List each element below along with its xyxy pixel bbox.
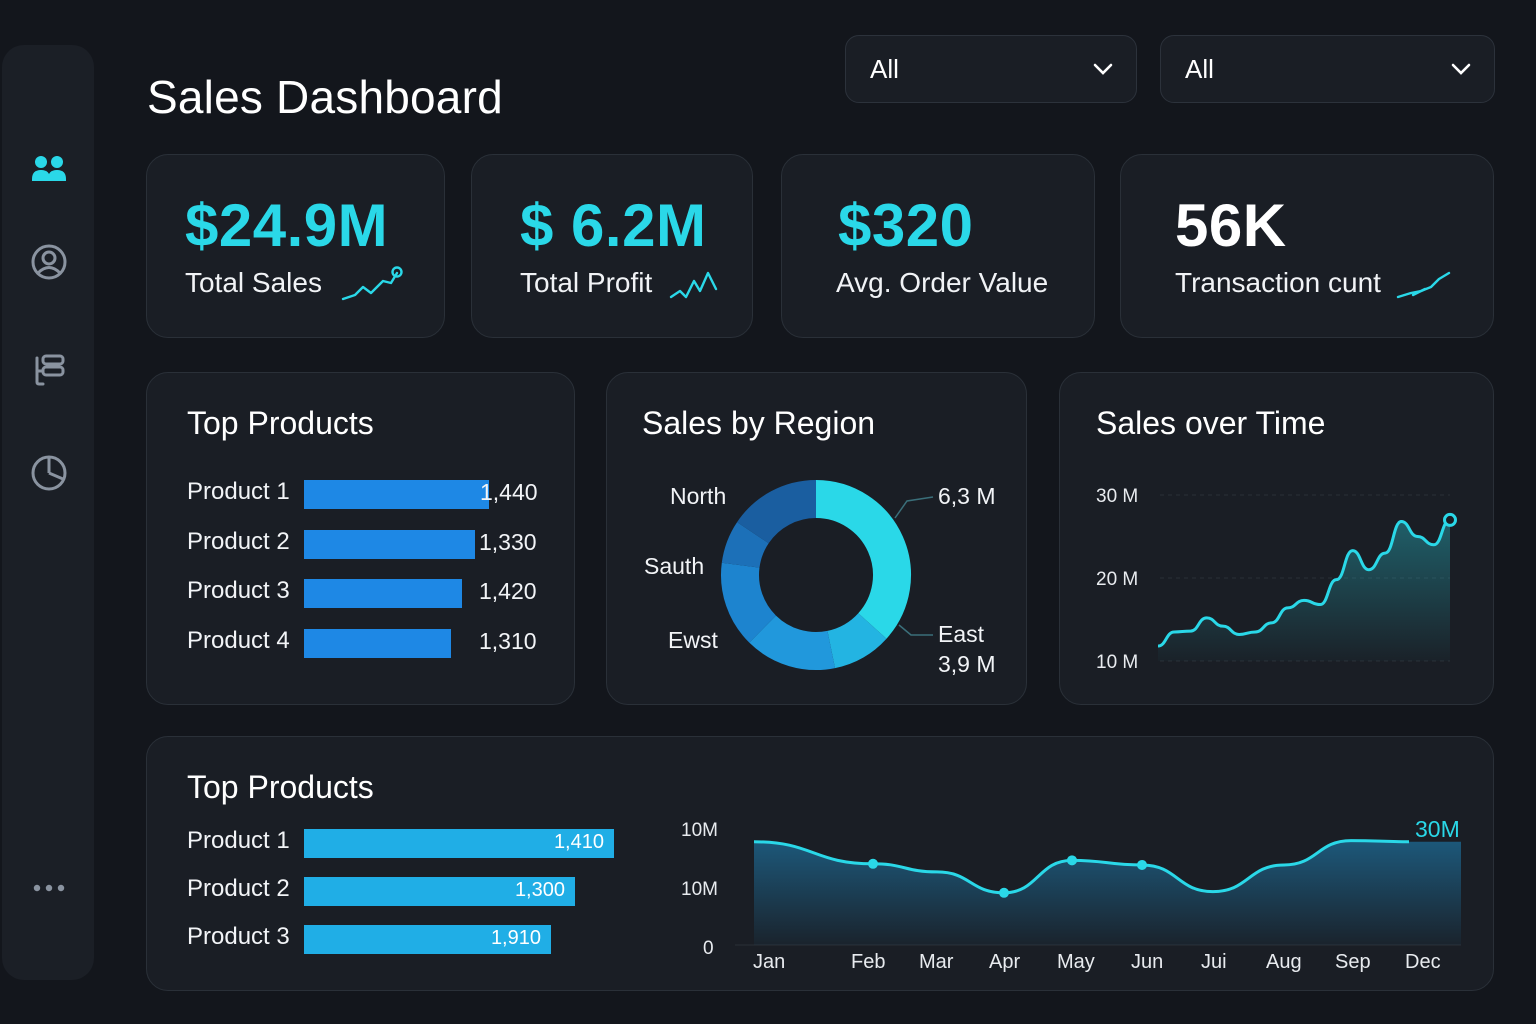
bar-value: 1,420 <box>479 578 537 604</box>
top-products-card: Top Products Product 1 1,440 Product 2 1,33… <box>146 372 575 705</box>
data-point <box>999 887 1009 898</box>
donut-slice <box>826 612 887 669</box>
area-fill <box>1158 519 1450 661</box>
chevron-down-icon <box>1093 63 1113 75</box>
x-tick-label: Jun <box>1131 951 1163 973</box>
kpi-card-transactions[interactable]: 56K Transaction cunt <box>1120 154 1494 338</box>
y-tick-label: 30 M <box>1096 486 1138 507</box>
leader-line <box>894 496 934 519</box>
bar-label: Product 4 <box>187 627 290 654</box>
y-tick-label: 10 M <box>1096 652 1138 673</box>
region-label-north: North <box>670 483 727 509</box>
leader-line <box>898 624 933 636</box>
x-tick-label: May <box>1057 951 1095 973</box>
y-tick-label: 20 M <box>1096 569 1138 590</box>
x-tick-label: Jan <box>753 951 785 973</box>
data-point <box>1137 859 1147 870</box>
filter-dropdown-2[interactable]: All <box>1160 35 1495 103</box>
donut-slice <box>721 522 770 569</box>
bar <box>304 579 462 608</box>
page-title: Sales Dashboard <box>147 71 503 123</box>
pie-chart-icon[interactable] <box>28 452 70 494</box>
kpi-card-total-sales[interactable]: $24.9M Total Sales <box>146 154 445 338</box>
kpi-value: $320 <box>838 192 974 259</box>
sales-over-time-chart: 30 M 20 M 10 M <box>1096 486 1457 673</box>
donut-slice <box>815 480 911 639</box>
region-label-south: Sauth <box>644 553 705 579</box>
x-tick-label: Dec <box>1405 951 1441 973</box>
x-tick-label: Aug <box>1266 951 1302 973</box>
bar-label: Product 2 <box>187 528 290 555</box>
area-fill <box>754 840 1461 945</box>
kpi-value: $ 6.2M <box>520 192 707 259</box>
end-point-marker <box>1443 512 1457 527</box>
kpi-label: Total Sales <box>185 267 322 298</box>
list-icon[interactable] <box>28 349 70 391</box>
region-label-east: East <box>938 621 985 647</box>
bar <box>304 480 489 509</box>
kpi-card-avg-order[interactable]: $320 Avg. Order Value <box>781 154 1095 338</box>
donut-slice <box>737 480 817 544</box>
kpi-card-total-profit[interactable]: $ 6.2M Total Profit <box>471 154 753 338</box>
x-tick-label: Feb <box>851 951 885 973</box>
kpi-label: Avg. Order Value <box>836 267 1049 298</box>
data-point <box>868 858 878 869</box>
donut-slice <box>749 615 836 670</box>
filter-dropdown-1[interactable]: All <box>845 35 1137 103</box>
bar <box>304 629 451 658</box>
kpi-value: 56K <box>1175 192 1287 259</box>
x-tick-label: Sep <box>1335 951 1371 973</box>
region-value-east: 3,9 M <box>938 651 996 677</box>
users-icon[interactable] <box>28 151 70 193</box>
more-icon[interactable] <box>28 867 70 909</box>
filter-dropdown-value: All <box>1185 53 1214 84</box>
y-tick-label: 10M <box>681 879 718 900</box>
x-tick-label: Jui <box>1201 951 1227 973</box>
bar-value: 1,330 <box>479 529 537 555</box>
trend-zigzag-icon <box>669 271 718 299</box>
region-value-north: 6,3 M <box>938 483 996 509</box>
sidebar <box>2 45 94 980</box>
kpi-value: $24.9M <box>185 192 389 259</box>
x-tick-label: Apr <box>989 951 1020 973</box>
user-profile-icon[interactable] <box>28 241 70 283</box>
card-title: Top Products <box>187 405 374 441</box>
bar-value: 1,440 <box>480 479 538 505</box>
bottom-top-products-card: Top Products Product 1 1,410 Product 2 1,30… <box>146 736 1494 991</box>
end-value-label: 30M <box>1415 816 1460 842</box>
trend-up-icon <box>1396 271 1451 299</box>
kpi-label: Total Profit <box>520 267 653 298</box>
bar <box>304 530 475 559</box>
y-tick-label: 0 <box>703 938 714 959</box>
filter-dropdown-value: All <box>870 53 899 84</box>
kpi-label: Transaction cunt <box>1175 267 1381 298</box>
region-label-west: Ewst <box>668 627 718 653</box>
y-tick-label: 10M <box>681 820 718 841</box>
bar-value: 1,310 <box>479 628 537 654</box>
trend-up-icon <box>341 266 403 301</box>
data-point <box>1067 855 1077 866</box>
chevron-down-icon <box>1451 63 1471 75</box>
bar-label: Product 1 <box>187 478 290 505</box>
donut-slice <box>721 562 777 643</box>
sales-by-region-card: Sales by Region North Sauth Ewst 6,3 M E… <box>606 372 1027 705</box>
monthly-sales-chart: 10M 10M 0 Jan Feb Mar Apr May Jun Jui Aug Sep Dec 30M <box>681 816 1461 973</box>
x-tick-label: Mar <box>919 951 954 973</box>
bar-label: Product 3 <box>187 577 290 604</box>
sales-over-time-card: Sales over Time 30 M 20 M 10 M <box>1059 372 1494 705</box>
